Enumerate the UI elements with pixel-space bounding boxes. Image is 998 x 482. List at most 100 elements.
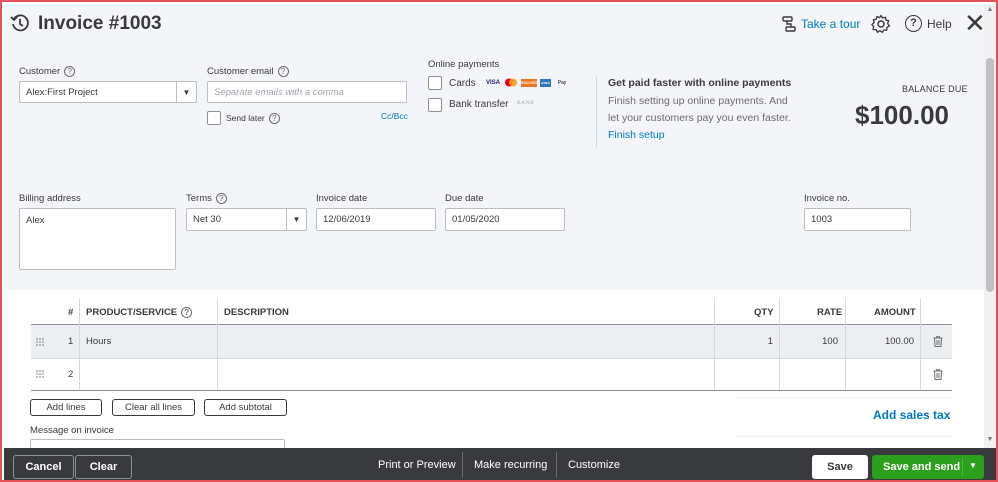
close-icon[interactable]: ✕ — [964, 10, 986, 36]
clear-button[interactable]: Clear — [75, 455, 132, 479]
drag-handle-icon[interactable] — [36, 338, 44, 346]
row-divider — [31, 358, 952, 359]
column-divider — [79, 299, 80, 390]
terms-info-icon[interactable]: ? — [215, 193, 227, 204]
row-qty[interactable]: 1 — [714, 336, 773, 347]
balance-due-amount: $100.00 — [855, 100, 949, 130]
discover-icon: DISCOVER — [519, 78, 539, 87]
send-later-checkbox[interactable] — [207, 111, 221, 125]
customer-email-label-row: Customer email? — [207, 66, 289, 77]
promo-line-2: let your customers pay you even faster. — [608, 112, 791, 124]
row-amount[interactable]: 100.00 — [845, 336, 914, 347]
cards-checkbox[interactable] — [428, 76, 442, 90]
cc-bcc-link[interactable]: Cc/Bcc — [381, 111, 408, 121]
take-a-tour-label: Take a tour — [801, 17, 861, 31]
apple-pay-icon: Pay — [554, 79, 570, 87]
bank-transfer-checkbox[interactable] — [428, 98, 442, 112]
tour-icon — [782, 16, 796, 32]
chevron-down-icon[interactable]: ▼ — [176, 82, 196, 102]
scroll-down-icon[interactable]: ▼ — [986, 436, 994, 443]
due-date-input[interactable]: 01/05/2020 — [445, 208, 565, 231]
customer-email-info-icon[interactable]: ? — [277, 66, 289, 77]
column-header-description: DESCRIPTION — [224, 306, 289, 318]
recent-history-icon[interactable] — [10, 13, 30, 33]
column-header-product-row: PRODUCT/SERVICE? — [86, 299, 193, 325]
terms-value: Net 30 — [193, 214, 221, 225]
bank-transfer-label: Bank transfer — [449, 99, 509, 110]
split-button-divider — [962, 458, 963, 476]
footer-separator — [462, 452, 463, 478]
help-icon: ? — [905, 15, 922, 32]
trash-icon[interactable] — [933, 336, 943, 347]
invoice-number-label: Invoice no. — [804, 193, 850, 204]
mastercard-icon — [505, 78, 517, 87]
chevron-down-icon[interactable]: ▼ — [969, 461, 977, 470]
gear-icon[interactable] — [871, 14, 891, 34]
customize-link[interactable]: Customize — [568, 459, 620, 471]
totals-divider — [735, 436, 952, 437]
message-on-invoice-label: Message on invoice — [30, 425, 114, 436]
billing-address-input[interactable]: Alex — [19, 208, 176, 270]
card-logos: VISA DISCOVER AMEX Pay — [485, 78, 570, 87]
make-recurring-link[interactable]: Make recurring — [474, 459, 547, 471]
due-date-label: Due date — [445, 193, 484, 204]
drag-handle-icon[interactable] — [36, 370, 44, 378]
cards-label: Cards — [449, 78, 476, 89]
add-sales-tax-link[interactable]: Add sales tax — [873, 408, 950, 422]
due-date-value: 01/05/2020 — [452, 214, 500, 225]
save-and-send-label: Save and send — [883, 461, 961, 473]
product-info-icon[interactable]: ? — [181, 306, 193, 318]
customer-email-label: Customer email — [207, 66, 274, 78]
take-a-tour-link[interactable]: Take a tour — [781, 16, 860, 32]
invoice-date-label: Invoice date — [316, 193, 368, 204]
clear-all-lines-button[interactable]: Clear all lines — [112, 399, 195, 416]
save-and-send-button[interactable]: Save and send ▼ — [872, 455, 984, 479]
print-or-preview-link[interactable]: Print or Preview — [378, 459, 456, 471]
terms-select[interactable]: Net 30 ▼ — [186, 208, 307, 231]
column-divider — [217, 299, 218, 390]
column-header-number: # — [68, 306, 74, 318]
row-product[interactable]: Hours — [86, 336, 111, 347]
help-button[interactable]: ? Help — [905, 15, 952, 32]
invoice-number-input[interactable]: 1003 — [804, 208, 911, 231]
amex-icon: AMEX — [540, 78, 551, 87]
row-number: 2 — [68, 369, 74, 380]
cancel-button[interactable]: Cancel — [13, 455, 74, 479]
apple-pay-label: Pay — [557, 79, 567, 86]
chevron-down-icon[interactable]: ▼ — [286, 209, 306, 230]
billing-address-value: Alex — [26, 215, 45, 226]
customer-value: Alex:First Project — [26, 86, 98, 98]
finish-setup-link[interactable]: Finish setup — [608, 129, 665, 141]
invoice-date-input[interactable]: 12/06/2019 — [316, 208, 436, 231]
promo-divider — [596, 76, 597, 148]
terms-label: Terms — [186, 193, 212, 205]
totals-divider — [735, 397, 952, 398]
invoice-date-value: 12/06/2019 — [323, 214, 371, 225]
scroll-up-icon[interactable]: ▲ — [986, 6, 994, 13]
trash-icon[interactable] — [933, 369, 943, 380]
add-lines-button[interactable]: Add lines — [30, 399, 102, 416]
scrollbar-thumb[interactable] — [986, 58, 994, 292]
bank-icon: BANK — [517, 100, 535, 106]
save-button[interactable]: Save — [812, 455, 868, 479]
customer-email-placeholder: Separate emails with a comma — [214, 86, 344, 98]
row-rate[interactable]: 100 — [779, 336, 838, 347]
column-header-product: PRODUCT/SERVICE — [86, 306, 178, 318]
table-bottom-divider — [31, 390, 952, 391]
customer-email-input[interactable]: Separate emails with a comma — [207, 81, 407, 103]
visa-icon: VISA — [486, 79, 501, 86]
column-divider — [920, 299, 921, 390]
balance-due-label: BALANCE DUE — [902, 84, 968, 94]
send-later-row: Send later? — [226, 113, 280, 125]
column-header-qty: QTY — [754, 306, 774, 318]
promo-line-1: Finish setting up online payments. And — [608, 95, 788, 107]
vertical-scrollbar[interactable]: ▲ ▼ — [984, 4, 996, 448]
customer-select[interactable]: Alex:First Project ▼ — [19, 81, 197, 103]
column-header-rate: RATE — [817, 306, 843, 318]
column-header-amount: AMOUNT — [874, 306, 916, 318]
add-subtotal-button[interactable]: Add subtotal — [204, 399, 287, 416]
send-later-info-icon[interactable]: ? — [268, 113, 280, 125]
billing-address-label: Billing address — [19, 193, 81, 204]
row-number: 1 — [68, 336, 74, 347]
customer-info-icon[interactable]: ? — [64, 66, 76, 77]
